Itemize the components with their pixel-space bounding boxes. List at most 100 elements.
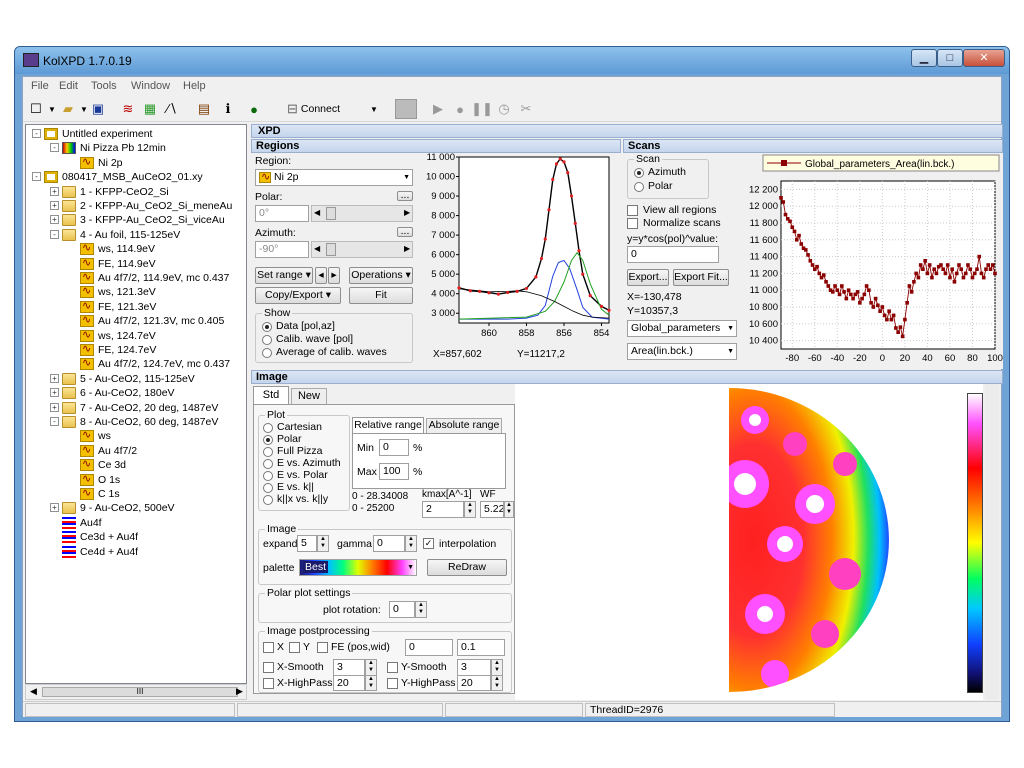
expand-icon[interactable]: + [50, 373, 59, 383]
tree-node[interactable]: 5 - Au-CeO2, 115-125eV [80, 372, 195, 386]
view-all-checkbox[interactable] [627, 205, 638, 216]
plot-kx-ky-radio[interactable] [263, 495, 273, 505]
xpd-image-view[interactable] [515, 384, 983, 700]
tree-node[interactable]: 4 - Au foil, 115-125eV [80, 228, 180, 242]
polar-radio[interactable] [634, 182, 644, 192]
tree-node[interactable]: FE, 114.9eV [98, 257, 156, 271]
tree-node[interactable]: 8 - Au-CeO2, 60 deg, 1487eV [80, 415, 218, 429]
export-fit-button[interactable]: Export Fit... [673, 269, 729, 286]
set-range-button[interactable]: Set range ▾ [255, 267, 313, 284]
expand-icon[interactable]: + [50, 201, 59, 210]
play-icon[interactable]: ▶ [429, 100, 447, 118]
plot-cartesian-radio[interactable] [263, 423, 273, 433]
redraw-button[interactable]: ReDraw [427, 559, 507, 576]
tree-node[interactable]: Au 4f7/2, 124.7eV, mc 0.437 [98, 357, 230, 371]
kmax-spinner[interactable]: ▲ ▼ [464, 501, 476, 518]
region-select[interactable]: Ni 2p [255, 169, 413, 186]
tree-node[interactable]: 2 - KFPP-Au_CeO2_Si_meneAu [80, 199, 232, 213]
expand-spinner[interactable]: ▲ ▼ [317, 535, 329, 552]
x-checkbox[interactable] [263, 642, 274, 653]
tree-node[interactable]: Au 4f7/2, 121.3V, mc 0.405 [98, 314, 224, 328]
scan-chart[interactable]: -80 -60 -40 -20 0 20 40 60 80 100 12 200 12 000 11 8… [741, 153, 1003, 369]
title-bar[interactable]: KolXPD 1.7.0.19 ▁ □ ✕ [15, 47, 1009, 74]
x-highpass-spinner[interactable]: ▲ ▼ [365, 675, 377, 691]
tree-node[interactable]: FE, 124.7eV [98, 343, 156, 357]
fe-position-field[interactable]: 0 [405, 639, 453, 656]
parameter-select[interactable]: Global_parameters [627, 320, 737, 337]
record-icon[interactable]: ● [451, 100, 469, 118]
collapse-icon[interactable]: - [32, 172, 41, 182]
menu-help[interactable]: Help [183, 80, 206, 92]
image-vertical-scrollbar[interactable] [985, 384, 999, 700]
tree-node[interactable]: Ce3d + Au4f [80, 530, 138, 544]
close-button[interactable]: ✕ [963, 49, 1005, 67]
image-tool-icon[interactable]: ▦ [141, 100, 159, 118]
expand-icon[interactable]: + [50, 388, 59, 398]
x-highpass-field[interactable]: 20 [333, 675, 365, 691]
menu-file[interactable]: File [31, 80, 49, 92]
operations-button[interactable]: Operations ▾ [349, 267, 413, 284]
slider-thumb[interactable] [326, 243, 336, 256]
globe-icon[interactable]: ● [245, 100, 263, 118]
tree-node[interactable]: Ce4d + Au4f [80, 545, 138, 559]
y-smooth-spinner[interactable]: ▲ ▼ [491, 659, 503, 676]
tree-node[interactable]: Au 4f7/2, 114.9eV, mc 0.437 [98, 271, 229, 285]
collapse-icon[interactable]: - [50, 417, 59, 426]
next-region-button[interactable]: ▸ [328, 267, 340, 284]
x-smooth-field[interactable]: 3 [333, 659, 365, 676]
tree-node[interactable]: 7 - Au-CeO2, 20 deg, 1487eV [80, 401, 218, 415]
scroll-right-icon[interactable]: ▶ [236, 686, 243, 697]
normalize-checkbox[interactable] [627, 218, 638, 229]
connect-dropdown-icon[interactable]: ▼ [365, 100, 383, 118]
tree-horizontal-scrollbar[interactable]: ◀ III ▶ [25, 684, 247, 700]
spectrum-chart[interactable]: 11 000 10 000 9 000 8 000 7 000 6 000 5 000 4 0… [417, 153, 621, 369]
fe-checkbox[interactable] [317, 642, 328, 653]
plot-e-k-radio[interactable] [263, 483, 273, 493]
y-smooth-field[interactable]: 3 [457, 659, 491, 676]
minimize-button[interactable]: ▁ [911, 49, 937, 67]
slider-left-icon[interactable]: ◀ [314, 208, 320, 217]
polar-slider[interactable]: ◀ ▶ [311, 205, 413, 222]
tree-node[interactable]: 080417_MSB_AuCeO2_01.xy [62, 170, 203, 184]
cut-icon[interactable]: ✂ [517, 100, 535, 118]
slider-left-icon[interactable]: ◀ [314, 244, 320, 253]
azimuth-radio[interactable] [634, 168, 644, 178]
x-smooth-checkbox[interactable] [263, 662, 274, 673]
tree-node[interactable]: ws, 121.3eV [98, 285, 156, 299]
tree-node[interactable]: 6 - Au-CeO2, 180eV [80, 386, 175, 400]
tree-node[interactable]: O 1s [98, 473, 120, 487]
save-icon[interactable]: ▣ [89, 100, 107, 118]
plot-full-pizza-radio[interactable] [263, 447, 273, 457]
kmax-field[interactable]: 2 [422, 501, 464, 518]
collapse-icon[interactable]: - [32, 129, 41, 138]
export-button[interactable]: Export... [627, 269, 669, 286]
azimuth-slider[interactable]: ◀ ▶ [311, 241, 413, 258]
tree-node[interactable]: Ce 3d [98, 458, 126, 472]
fit-button[interactable]: Fit [349, 287, 413, 304]
palette-select[interactable]: Best [299, 559, 417, 576]
plot-polar-radio[interactable] [263, 435, 273, 445]
plot-e-polar-radio[interactable] [263, 471, 273, 481]
polar-field[interactable]: 0° [255, 205, 309, 222]
tree-node[interactable]: Ni 2p [98, 156, 123, 170]
polar-more-button[interactable]: ... [397, 190, 413, 201]
slider-thumb[interactable] [326, 207, 336, 220]
relative-range-tab[interactable]: Relative range [352, 417, 424, 433]
slider-right-icon[interactable]: ▶ [404, 244, 410, 253]
expand-field[interactable]: 5 [297, 535, 317, 552]
y-highpass-field[interactable]: 20 [457, 675, 491, 691]
expand-icon[interactable]: + [50, 186, 59, 196]
schedule-icon[interactable]: ◷ [495, 100, 513, 118]
stop-square-icon[interactable] [395, 99, 417, 119]
experiment-tree[interactable]: -Untitled experiment-Ni Pizza Pb 12minNi… [25, 124, 247, 684]
tree-node[interactable]: Au 4f7/2 [98, 444, 137, 458]
slider-right-icon[interactable]: ▶ [404, 208, 410, 217]
fe-width-field[interactable]: 0.1 [457, 639, 505, 656]
plot-rotation-spinner[interactable]: ▲ ▼ [415, 601, 427, 618]
gamma-field[interactable]: 0 [373, 535, 405, 552]
tree-node[interactable]: FE, 121.3eV [98, 300, 156, 314]
tab-std[interactable]: Std [253, 386, 289, 404]
azimuth-field[interactable]: -90° [255, 241, 309, 258]
max-field[interactable]: 100 [379, 463, 409, 480]
expand-icon[interactable]: + [50, 402, 59, 412]
